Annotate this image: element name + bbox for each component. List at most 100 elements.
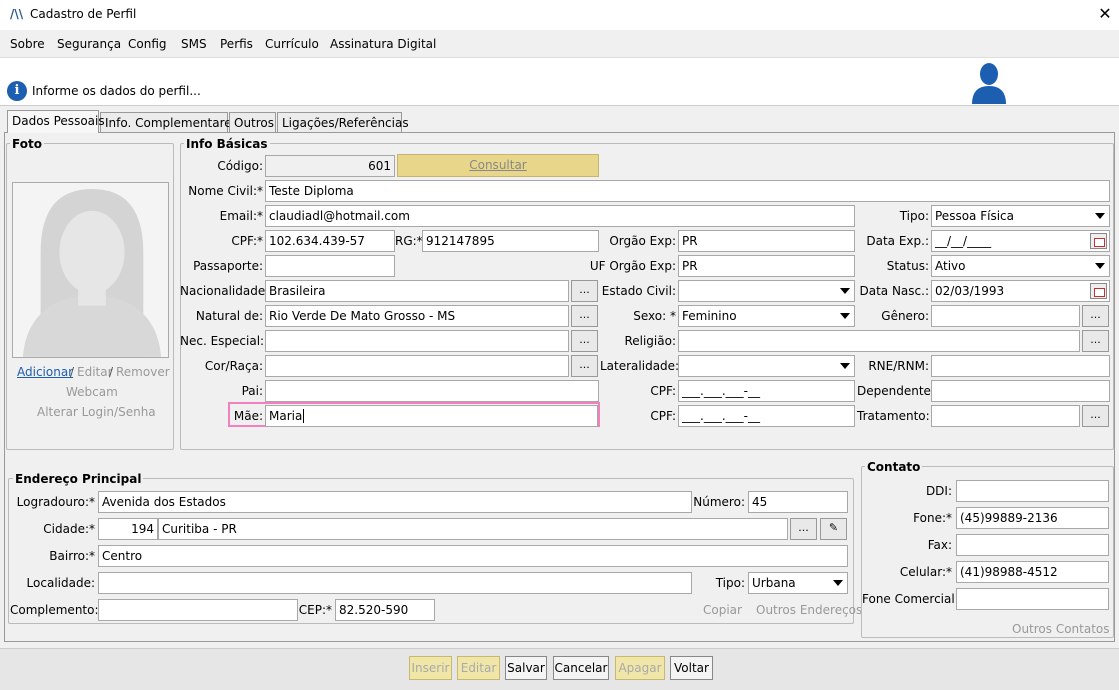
orgao-exp-field[interactable]: PR (678, 230, 855, 252)
data-exp-field[interactable]: __/__/____ (931, 230, 1110, 252)
close-icon[interactable]: ✕ (1094, 3, 1116, 25)
rne-rnm-field[interactable] (931, 355, 1110, 377)
bairro-field[interactable]: Centro (98, 545, 848, 567)
cidade-code-field[interactable]: 194 (98, 518, 158, 540)
webcam-link[interactable]: Webcam (66, 385, 118, 399)
sexo-value: Feminino (682, 309, 737, 323)
endereco-title: Endereço Principal (13, 472, 144, 486)
natural-de-field[interactable]: Rio Verde De Mato Grosso - MS (265, 305, 569, 327)
adicionar-link[interactable]: Adicionar (17, 365, 73, 379)
celular-field[interactable]: (41)98988-4512 (956, 561, 1109, 583)
calendar-icon[interactable] (1090, 283, 1107, 299)
tratamento-lookup-button[interactable]: ... (1082, 405, 1109, 427)
consultar-button[interactable]: Consultar (397, 154, 599, 177)
passaporte-field[interactable] (265, 255, 395, 277)
menu-seguranca[interactable]: Segurança (57, 37, 121, 51)
voltar-button[interactable]: Voltar (670, 656, 713, 680)
info-bar (0, 58, 1119, 106)
cidade-lookup-button[interactable]: ... (790, 518, 817, 540)
outros-contatos-link[interactable]: Outros Contatos (1012, 622, 1110, 636)
user-avatar-icon (972, 63, 1006, 104)
natural-de-lookup-button[interactable]: ... (571, 305, 598, 327)
menu-perfis[interactable]: Perfis (220, 37, 253, 51)
menu-config[interactable]: Config (128, 37, 167, 51)
cpf-mae-label: CPF: (650, 409, 676, 423)
dependentes-label: Dependentes: (857, 384, 942, 398)
nacionalidade-lookup-button[interactable]: ... (571, 280, 598, 302)
cpf-pai-field[interactable]: ___.___.___-__ (678, 380, 855, 402)
calendar-icon[interactable] (1090, 233, 1107, 249)
tab-ligacoes-referencias[interactable]: Ligações/Referências (277, 112, 409, 132)
mae-field[interactable]: Maria (265, 405, 598, 427)
status-select[interactable]: Ativo (931, 255, 1110, 277)
cor-raca-label: Cor/Raça: (204, 359, 263, 373)
edit-pencil-icon[interactable]: ✎ (820, 518, 847, 540)
data-nasc-value: 02/03/1993 (935, 284, 1005, 298)
cep-field[interactable]: 82.520-590 (335, 599, 435, 621)
apagar-button[interactable]: Apagar (615, 656, 665, 680)
alterar-login-link[interactable]: Alterar Login/Senha (37, 405, 156, 419)
rg-label: RG:* (395, 234, 423, 248)
menu-assinatura-digital[interactable]: Assinatura Digital (330, 37, 436, 51)
cor-raca-lookup-button[interactable]: ... (571, 355, 598, 377)
nec-especial-field[interactable] (265, 330, 569, 352)
email-field[interactable]: claudiadl@hotmail.com (265, 205, 855, 227)
logradouro-field[interactable]: Avenida dos Estados (98, 491, 692, 513)
nec-especial-lookup-button[interactable]: ... (571, 330, 598, 352)
data-nasc-field[interactable]: 02/03/1993 (931, 280, 1110, 302)
complemento-field[interactable] (98, 599, 298, 621)
cpf-pai-label: CPF: (650, 384, 676, 398)
pai-field[interactable] (265, 380, 599, 402)
email-label: Email:* (219, 209, 263, 223)
fax-field[interactable] (956, 534, 1109, 556)
status-value: Ativo (935, 259, 966, 273)
lateralidade-select[interactable] (678, 355, 855, 377)
menu-sms[interactable]: SMS (181, 37, 207, 51)
tipo-select[interactable]: Pessoa Física (931, 205, 1110, 227)
menu-curriculo[interactable]: Currículo (265, 37, 319, 51)
numero-field[interactable]: 45 (748, 491, 848, 513)
estado-civil-select[interactable] (678, 280, 855, 302)
tab-info-complementares[interactable]: Info. Complementares (100, 112, 238, 132)
uf-orgao-exp-field[interactable]: PR (678, 255, 855, 277)
rg-field[interactable]: 912147895 (422, 230, 599, 252)
inserir-button[interactable]: Inserir (409, 656, 452, 680)
salvar-button[interactable]: Salvar (505, 656, 547, 680)
tratamento-field[interactable] (931, 405, 1080, 427)
info-basicas-title: Info Básicas (184, 137, 270, 151)
cpf-mae-field[interactable]: ___.___.___-__ (678, 405, 855, 427)
mae-value: Maria (269, 409, 303, 423)
cancelar-button[interactable]: Cancelar (553, 656, 609, 680)
localidade-field[interactable] (98, 572, 692, 594)
tab-dados-pessoais[interactable]: Dados Pessoais (7, 110, 105, 133)
info-text: Informe os dados do perfil... (32, 84, 201, 98)
genero-field[interactable] (931, 305, 1080, 327)
cor-raca-field[interactable] (265, 355, 569, 377)
tab-outros[interactable]: Outros (229, 112, 276, 132)
rne-rnm-label: RNE/RNM: (868, 359, 929, 373)
religiao-field[interactable] (678, 330, 1080, 352)
nome-civil-label: Nome Civil:* (188, 184, 263, 198)
cpf-field[interactable]: 102.634.439-57 (265, 230, 395, 252)
outros-enderecos-link[interactable]: Outros Endereços (756, 603, 862, 617)
religiao-label: Religião: (624, 334, 676, 348)
tipo-endereco-select[interactable]: Urbana (748, 572, 848, 594)
editar-button[interactable]: Editar (457, 656, 500, 680)
genero-lookup-button[interactable]: ... (1082, 305, 1109, 327)
fone-comercial-field[interactable] (956, 588, 1109, 610)
cidade-field[interactable]: Curitiba - PR (158, 518, 788, 540)
fone-field[interactable]: (45)99889-2136 (956, 507, 1109, 529)
sexo-select[interactable]: Feminino (678, 305, 855, 327)
menu-sobre[interactable]: Sobre (10, 37, 45, 51)
editar-link[interactable]: Editar (77, 365, 113, 379)
religiao-lookup-button[interactable]: ... (1082, 330, 1109, 352)
tratamento-label: Tratamento: (857, 409, 930, 423)
dependentes-field[interactable] (931, 380, 1110, 402)
copiar-link[interactable]: Copiar (703, 603, 742, 617)
remover-link[interactable]: Remover (116, 365, 170, 379)
numero-label: Número: (693, 495, 745, 509)
nacionalidade-field[interactable]: Brasileira (265, 280, 569, 302)
ddi-label: DDI: (925, 484, 952, 498)
nome-civil-field[interactable]: Teste Diploma (265, 180, 1110, 202)
ddi-field[interactable] (956, 480, 1109, 502)
